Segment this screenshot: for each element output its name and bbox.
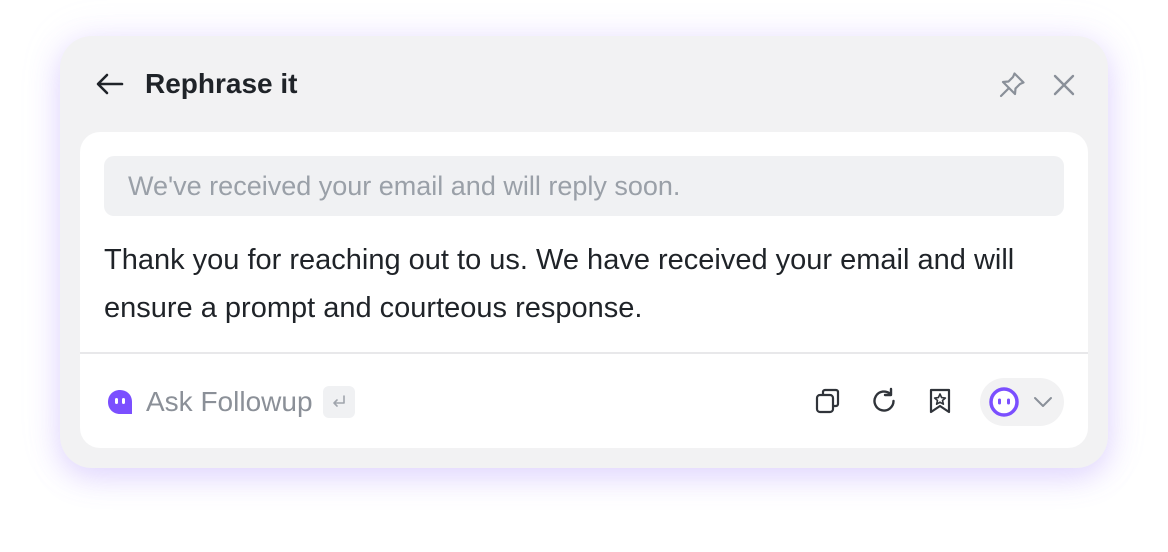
- pin-icon: [999, 72, 1025, 98]
- chevron-down-icon: [1034, 397, 1052, 407]
- copy-button[interactable]: [808, 381, 848, 421]
- pin-button[interactable]: [994, 67, 1030, 103]
- save-icon: [929, 388, 951, 414]
- regenerate-button[interactable]: [864, 381, 904, 421]
- close-icon: [1053, 74, 1075, 96]
- result-card: We've received your email and will reply…: [80, 132, 1088, 448]
- panel-title: Rephrase it: [145, 68, 298, 99]
- enter-key-icon: [322, 386, 355, 418]
- regenerate-icon: [873, 387, 895, 412]
- model-selector[interactable]: [980, 378, 1064, 426]
- back-button[interactable]: [92, 66, 128, 102]
- copy-icon: [815, 388, 840, 414]
- bot-avatar-icon: [108, 390, 132, 414]
- close-button[interactable]: [1046, 67, 1082, 103]
- ask-followup-label: Ask Followup: [146, 386, 313, 417]
- panel-header: Rephrase it: [60, 36, 1108, 132]
- ask-followup-button[interactable]: Ask Followup: [106, 382, 355, 422]
- bot-avatar-icon: [989, 387, 1019, 417]
- save-button[interactable]: [920, 381, 960, 421]
- rephrase-panel: Rephrase it We've received your email an…: [60, 36, 1108, 468]
- original-text: We've received your email and will reply…: [104, 156, 1064, 216]
- rephrased-text: Thank you for reaching out to us. We hav…: [104, 244, 1015, 324]
- arrow-left-icon: [96, 73, 124, 95]
- card-footer: Ask Followup: [80, 354, 1088, 448]
